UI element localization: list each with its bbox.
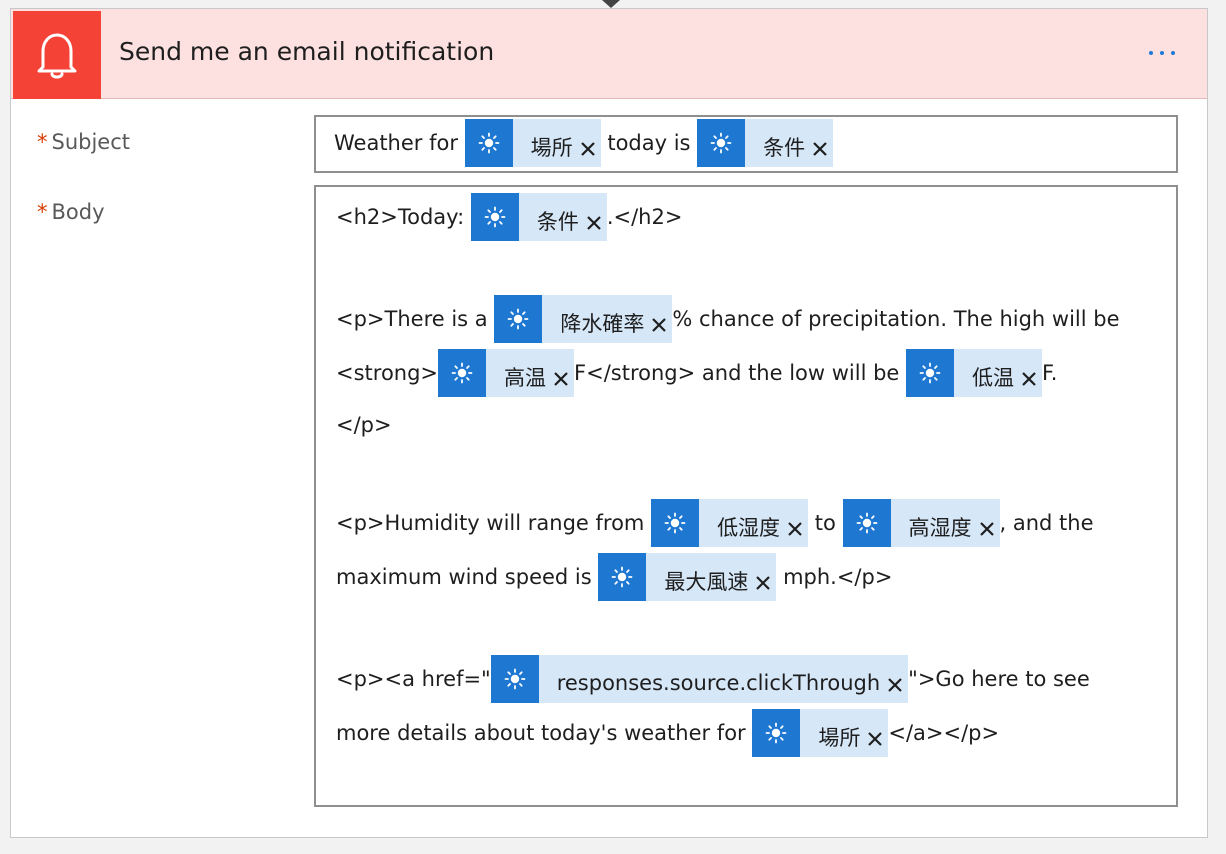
sun-icon bbox=[438, 349, 487, 397]
more-options-icon[interactable] bbox=[1137, 35, 1187, 71]
action-header[interactable]: Send me an email notification bbox=[11, 9, 1207, 99]
subject-label: * Subject bbox=[37, 130, 131, 154]
sun-icon bbox=[697, 119, 746, 167]
sun-icon bbox=[490, 655, 539, 703]
email-action-card: Send me an email notification * Subject *… bbox=[10, 8, 1208, 838]
dynamic-content-token[interactable]: 最大風速 bbox=[598, 553, 777, 601]
close-icon[interactable] bbox=[1018, 355, 1040, 403]
close-icon[interactable] bbox=[752, 559, 774, 607]
close-icon[interactable] bbox=[577, 125, 599, 173]
sun-icon bbox=[842, 499, 891, 547]
close-icon[interactable] bbox=[809, 125, 831, 173]
close-icon[interactable] bbox=[884, 661, 906, 709]
close-icon[interactable] bbox=[784, 505, 806, 553]
subject-input[interactable]: Weather for 場所 today is 条件 bbox=[314, 115, 1178, 173]
dynamic-content-token[interactable]: 高温 bbox=[438, 349, 575, 397]
close-icon[interactable] bbox=[976, 505, 998, 553]
dynamic-content-token[interactable]: 高湿度 bbox=[842, 499, 1000, 547]
sun-icon bbox=[752, 709, 801, 757]
close-icon[interactable] bbox=[583, 199, 605, 247]
close-icon[interactable] bbox=[550, 355, 572, 403]
dynamic-content-token[interactable]: 低温 bbox=[906, 349, 1043, 397]
bell-icon bbox=[13, 11, 101, 99]
flow-connector-arrow bbox=[602, 0, 620, 8]
dynamic-content-token[interactable]: 条件 bbox=[697, 119, 834, 167]
dynamic-content-token[interactable]: responses.source.clickThrough bbox=[490, 655, 909, 703]
sun-icon bbox=[494, 295, 543, 343]
body-label: * Body bbox=[37, 200, 105, 224]
sun-icon bbox=[464, 119, 513, 167]
dynamic-content-token[interactable]: 降水確率 bbox=[494, 295, 673, 343]
sun-icon bbox=[470, 193, 519, 241]
close-icon[interactable] bbox=[864, 715, 886, 763]
required-asterisk: * bbox=[37, 200, 48, 224]
sun-icon bbox=[651, 499, 700, 547]
sun-icon bbox=[906, 349, 955, 397]
sun-icon bbox=[598, 553, 647, 601]
dynamic-content-token[interactable]: 場所 bbox=[464, 119, 601, 167]
action-title: Send me an email notification bbox=[119, 37, 495, 66]
dynamic-content-token[interactable]: 場所 bbox=[752, 709, 889, 757]
dynamic-content-token[interactable]: 条件 bbox=[470, 193, 607, 241]
dynamic-content-token[interactable]: 低湿度 bbox=[651, 499, 809, 547]
required-asterisk: * bbox=[37, 130, 48, 154]
close-icon[interactable] bbox=[648, 301, 670, 349]
body-input[interactable]: <h2>Today: 条件 .</h2> <p>There is a 降水確率 … bbox=[314, 185, 1178, 807]
